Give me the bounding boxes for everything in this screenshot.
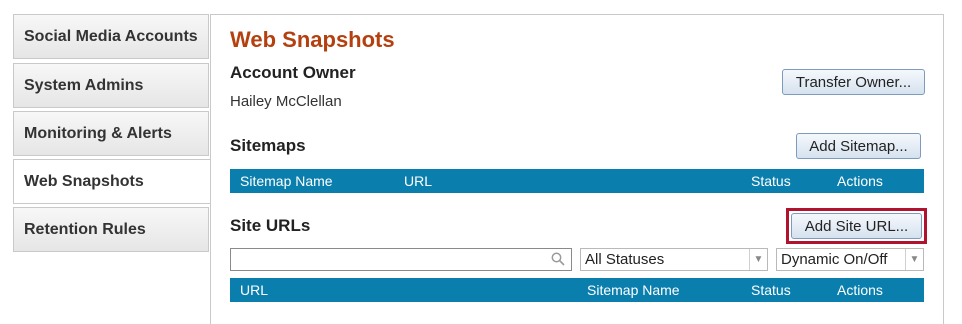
column-header-actions: Actions [837,173,883,189]
sidebar-item-social-media-accounts[interactable]: Social Media Accounts [13,14,209,59]
search-input[interactable] [234,250,544,269]
column-header-status[interactable]: Status [751,282,791,298]
status-filter-select[interactable]: All Statuses ▼ [580,248,768,271]
chevron-down-icon[interactable]: ▼ [905,249,923,270]
site-urls-table-header: URL Sitemap Name Status Actions [230,278,924,302]
column-header-sitemap-name[interactable]: Sitemap Name [240,173,333,189]
status-filter-value: All Statuses [585,251,665,268]
account-owner-heading: Account Owner [230,63,356,82]
sidebar-item-retention-rules[interactable]: Retention Rules [13,207,209,252]
search-icon[interactable] [551,252,565,266]
dynamic-filter-select[interactable]: Dynamic On/Off ▼ [776,248,924,271]
column-header-status[interactable]: Status [751,173,791,189]
sidebar-item-label: Web Snapshots [24,172,144,190]
sidebar-item-system-admins[interactable]: System Admins [13,63,209,108]
sidebar-item-web-snapshots[interactable]: Web Snapshots [13,159,211,204]
dynamic-filter-value: Dynamic On/Off [781,251,888,268]
sidebar-item-label: System Admins [24,76,144,94]
sitemaps-heading: Sitemaps [230,136,306,155]
account-owner-name: Hailey McClellan [230,93,342,110]
add-site-url-button[interactable]: Add Site URL... [791,213,922,239]
add-sitemap-button[interactable]: Add Sitemap... [796,133,921,159]
sidebar-item-label: Retention Rules [24,220,146,238]
page-title: Web Snapshots [230,27,395,52]
sitemaps-table-header: Sitemap Name URL Status Actions [230,169,924,193]
column-header-url[interactable]: URL [404,173,432,189]
column-header-actions: Actions [837,282,883,298]
sidebar-item-monitoring-alerts[interactable]: Monitoring & Alerts [13,111,209,156]
column-header-sitemap-name[interactable]: Sitemap Name [587,282,680,298]
sidebar-item-label: Monitoring & Alerts [24,124,172,142]
site-urls-heading: Site URLs [230,216,311,235]
sidebar-item-label: Social Media Accounts [24,27,198,45]
column-header-url[interactable]: URL [240,282,268,298]
transfer-owner-button[interactable]: Transfer Owner... [782,69,925,95]
chevron-down-icon[interactable]: ▼ [749,249,767,270]
site-url-search[interactable] [230,248,572,271]
